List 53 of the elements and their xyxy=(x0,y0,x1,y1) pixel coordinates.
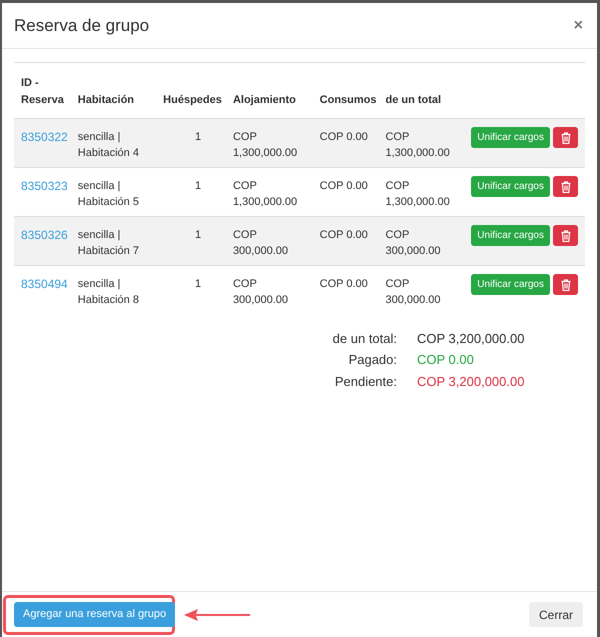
column-header: de un total xyxy=(385,94,442,106)
table-cell: COP 300,000.00 xyxy=(385,229,441,257)
table-cell: 1 xyxy=(194,131,202,143)
reservation-link[interactable]: 8350323 xyxy=(21,179,68,193)
delete-button[interactable] xyxy=(553,225,578,246)
table-cell: 1 xyxy=(194,229,202,241)
merge-charges-button[interactable]: Unificar cargos xyxy=(471,225,550,246)
table-cell: sencilla | Habitación 8 xyxy=(78,278,139,306)
column-header: Alojamiento xyxy=(232,94,296,106)
reservation-link[interactable]: 8350322 xyxy=(21,130,68,144)
column-header: ID - Reserva xyxy=(21,76,65,108)
summary-label: de un total: xyxy=(332,330,397,348)
table-cell: COP 1,300,000.00 xyxy=(385,180,450,208)
summary-value: COP 3,200,000.00 xyxy=(417,330,526,348)
table-cell: COP 0.00 xyxy=(320,180,368,192)
reservation-link[interactable]: 8350326 xyxy=(21,228,68,242)
trash-icon xyxy=(560,230,570,242)
table-cell: sencilla | Habitación 5 xyxy=(78,180,139,208)
table-cell: COP 300,000.00 xyxy=(232,278,288,306)
table-cell: COP 1,300,000.00 xyxy=(385,131,450,159)
delete-button[interactable] xyxy=(553,127,578,148)
table-cell: COP 1,300,000.00 xyxy=(232,131,298,159)
merge-charges-button[interactable]: Unificar cargos xyxy=(471,176,550,197)
merge-charges-button[interactable]: Unificar cargos xyxy=(471,127,550,148)
close-dialog-button[interactable]: Cerrar xyxy=(528,602,583,627)
column-header: Huéspedes xyxy=(163,94,222,106)
column-header: Consumos xyxy=(320,94,377,106)
modal-title: Reserva de grupo xyxy=(14,14,150,37)
table-cell: COP 1,300,000.00 xyxy=(232,180,298,208)
table-cell: COP 0.00 xyxy=(320,131,368,143)
close-button[interactable]: × xyxy=(574,14,583,38)
trash-icon xyxy=(560,180,570,192)
trash-icon xyxy=(560,132,570,144)
table-cell: sencilla | Habitación 4 xyxy=(78,131,139,159)
table-cell: COP 300,000.00 xyxy=(385,278,441,306)
merge-charges-button[interactable]: Unificar cargos xyxy=(471,274,550,295)
arrow-drawing xyxy=(182,608,252,622)
delete-button[interactable] xyxy=(553,176,578,197)
reservation-link[interactable]: 8350494 xyxy=(21,277,68,291)
add-reservation-button[interactable]: Agregar una reserva al grupo xyxy=(14,602,176,627)
summary-label: Pendiente: xyxy=(334,372,397,390)
table-cell: 1 xyxy=(194,180,202,192)
table-cell: COP 0.00 xyxy=(320,278,368,290)
table-cell: 1 xyxy=(194,278,202,290)
trash-icon xyxy=(560,278,570,290)
table-cell: COP 0.00 xyxy=(320,229,368,241)
column-header: Habitación xyxy=(78,94,134,106)
summary-value: COP 0.00 xyxy=(417,351,475,369)
table-cell: sencilla | Habitación 7 xyxy=(78,229,139,257)
delete-button[interactable] xyxy=(553,274,578,295)
summary-value: COP 3,200,000.00 xyxy=(417,372,526,390)
summary-label: Pagado: xyxy=(348,351,397,369)
table-cell: COP 300,000.00 xyxy=(232,229,288,257)
